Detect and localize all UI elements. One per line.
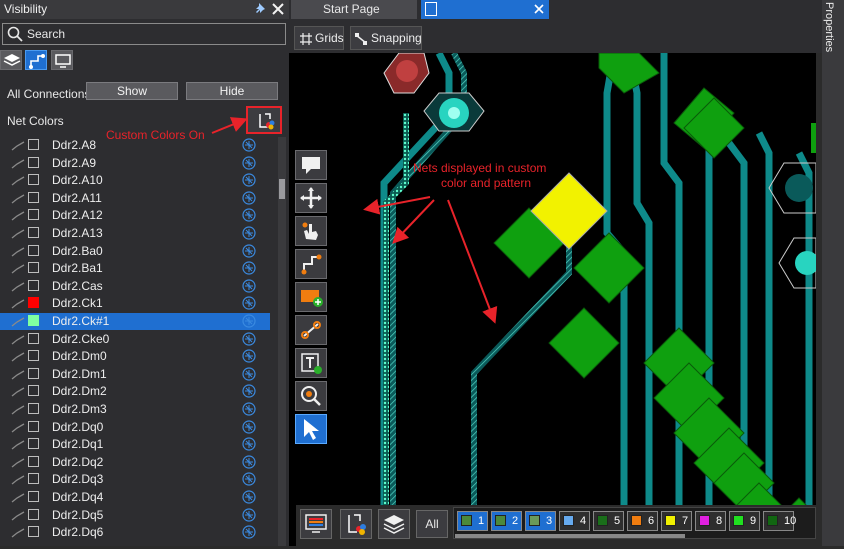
- layer-button[interactable]: 10: [763, 511, 797, 531]
- layer-button[interactable]: 1: [457, 511, 488, 531]
- route-tool[interactable]: [295, 249, 327, 279]
- layer-color-swatch: [461, 515, 472, 526]
- comment-tool[interactable]: [295, 150, 327, 180]
- add-component-tool[interactable]: [295, 282, 327, 312]
- layer-stack-button[interactable]: [378, 509, 410, 539]
- layer-number: 10: [784, 515, 797, 527]
- layer-color-swatch: [597, 515, 608, 526]
- layer-number: 4: [580, 515, 587, 527]
- add-component-icon: [301, 290, 323, 307]
- layer-color-swatch: [529, 515, 540, 526]
- layer-button[interactable]: 2: [491, 511, 522, 531]
- layer-button[interactable]: 9: [729, 511, 760, 531]
- all-layers-label: All: [425, 517, 439, 531]
- select-tool[interactable]: [295, 414, 327, 444]
- hand-tool[interactable]: [295, 216, 327, 246]
- layer-scrollbar[interactable]: [455, 534, 685, 538]
- zoom-icon: [301, 386, 321, 406]
- layer-number: 8: [716, 515, 723, 527]
- net-colors-icon: [348, 514, 366, 535]
- layer-number: 1: [478, 515, 485, 527]
- comment-icon: [302, 157, 320, 174]
- layer-color-swatch: [665, 515, 676, 526]
- layer-number: 9: [750, 515, 757, 527]
- layer-color-swatch: [699, 515, 710, 526]
- layer-color-swatch: [631, 515, 642, 526]
- display-settings-icon: [305, 514, 327, 533]
- zoom-tool[interactable]: [295, 381, 327, 411]
- layer-stack-icon: [383, 515, 405, 534]
- layer-number: 2: [512, 515, 519, 527]
- nets-annotation-arrows: [363, 196, 498, 324]
- layer-number: 5: [614, 515, 621, 527]
- layer-number: 3: [546, 515, 553, 527]
- layer-number: 6: [648, 515, 655, 527]
- arrow-to-trace-1: [363, 196, 431, 215]
- layer-color-swatch: [767, 515, 778, 526]
- layer-button[interactable]: 3: [525, 511, 556, 531]
- layer-button[interactable]: 8: [695, 511, 726, 531]
- vertical-toolbar: [295, 150, 329, 450]
- move-icon: [300, 187, 322, 209]
- layer-color-swatch: [733, 515, 744, 526]
- layer-color-swatch: [563, 515, 574, 526]
- move-tool[interactable]: [295, 183, 327, 213]
- route-tool-icon: [301, 254, 322, 275]
- layer-button[interactable]: 6: [627, 511, 658, 531]
- arrow-to-trace-2: [392, 199, 435, 244]
- layer-button[interactable]: 5: [593, 511, 624, 531]
- layer-button[interactable]: 4: [559, 511, 590, 531]
- layer-color-swatch: [495, 515, 506, 526]
- layer-button[interactable]: 7: [661, 511, 692, 531]
- display-settings-button[interactable]: [300, 509, 332, 539]
- arrow-to-trace-3: [447, 199, 498, 324]
- hand-icon: [302, 222, 318, 240]
- connect-tool[interactable]: [295, 315, 327, 345]
- all-layers-button[interactable]: All: [416, 510, 448, 538]
- add-text-tool[interactable]: [295, 348, 327, 378]
- connect-icon: [301, 321, 321, 339]
- layer-number: 7: [682, 515, 689, 527]
- cursor-icon: [304, 419, 319, 440]
- add-text-icon: [301, 353, 322, 374]
- net-colors-toggle-button[interactable]: [340, 509, 372, 539]
